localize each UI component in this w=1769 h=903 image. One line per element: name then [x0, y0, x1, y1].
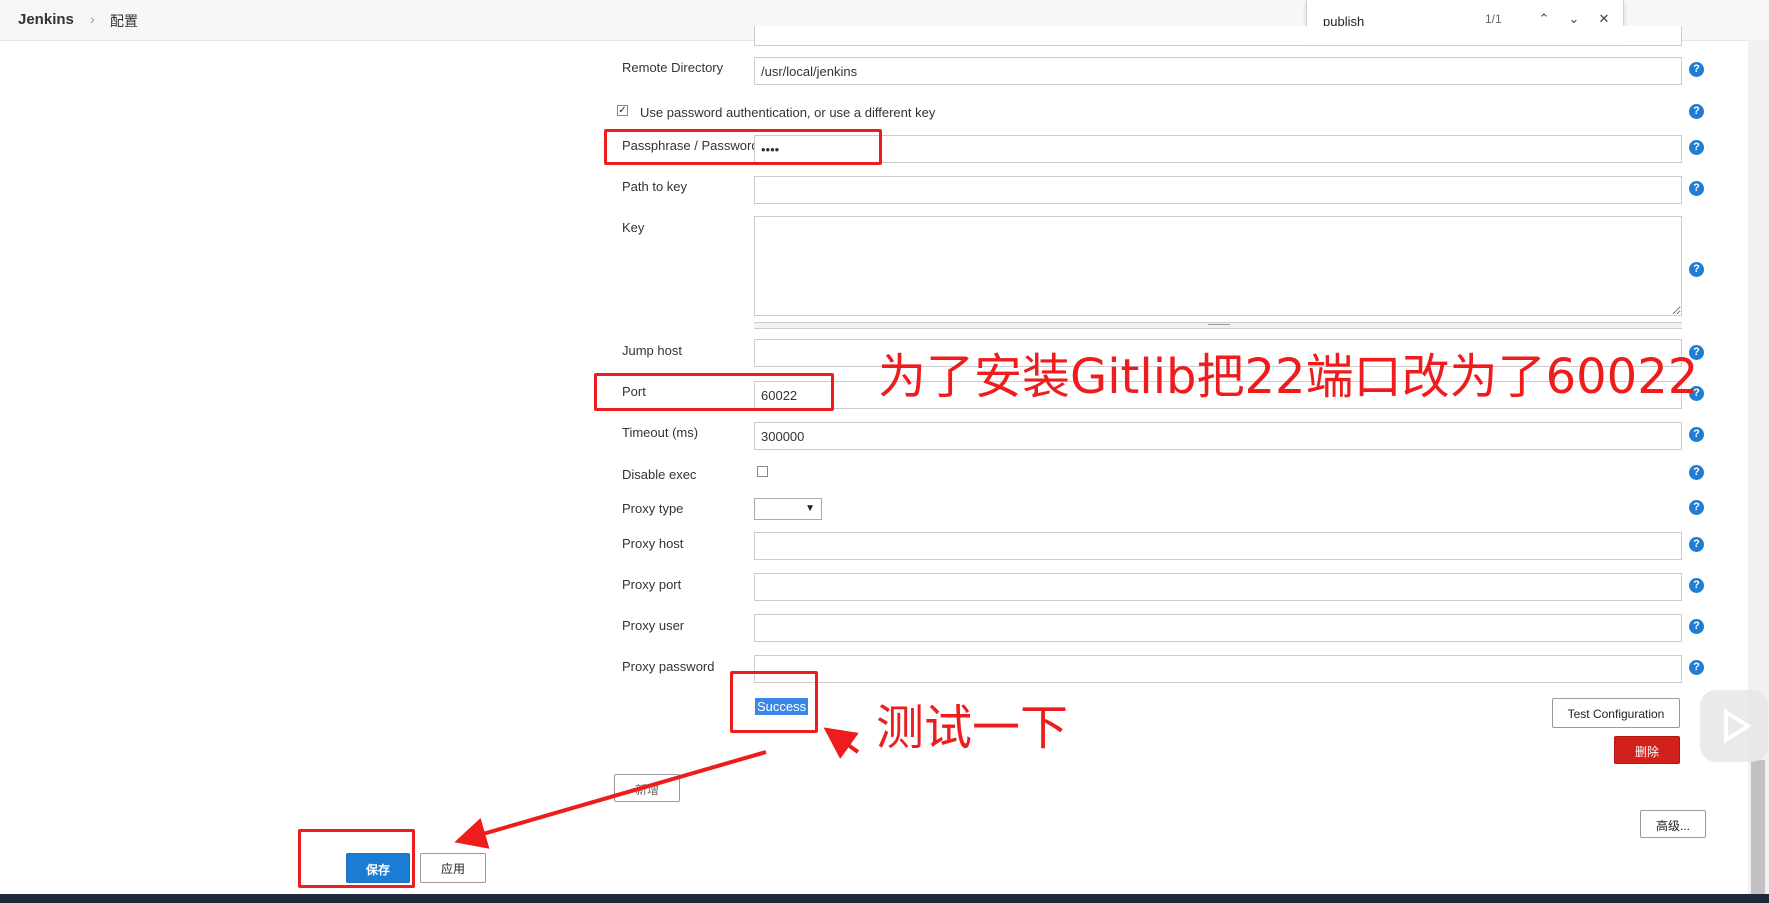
annotation-arrows: [454, 727, 860, 849]
taskbar: [0, 894, 1769, 903]
play-icon: [1724, 708, 1752, 744]
arrow-to-save: [454, 750, 767, 849]
arrow-to-success: [823, 727, 860, 759]
video-play-overlay[interactable]: [1700, 690, 1768, 762]
